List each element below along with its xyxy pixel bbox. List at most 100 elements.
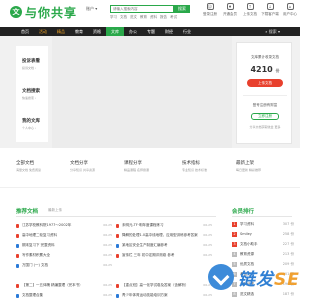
category-title: 课程分享 bbox=[124, 161, 142, 166]
top-link-vip[interactable]: ♦ 开通会员 bbox=[220, 3, 240, 17]
doc-type-icon bbox=[16, 284, 19, 288]
login-card-note[interactable]: 分享文档获取收益 更多 bbox=[237, 125, 293, 129]
category-item[interactable]: 文档分享 分享知识 共享资源 bbox=[70, 160, 110, 172]
hot-word-link[interactable]: 资料 bbox=[150, 15, 157, 19]
side-menu-title: 我的文库 bbox=[22, 119, 40, 124]
side-menu-item[interactable]: 文档搜索 快速搜索 › bbox=[22, 88, 40, 100]
rank-number: 4 bbox=[232, 252, 237, 257]
banner-area[interactable] bbox=[52, 36, 232, 148]
top-link-user[interactable]: ☺ 登录注册 bbox=[200, 3, 220, 17]
hot-word-link[interactable]: 文档 bbox=[120, 15, 127, 19]
hero-section: 投诉表看 投诉文档 › 文档搜索 快速搜索 › 我的文库 个人中心 › 文库累计收录文档 … bbox=[0, 36, 300, 148]
ranking-row[interactable]: 3 文档小助手 227 份 bbox=[232, 241, 294, 251]
doc-row[interactable]: 高中地理二轮复习资料 06-25 bbox=[16, 232, 116, 242]
ranking-row[interactable]: 1 学习资料 307 份 bbox=[232, 221, 294, 231]
doc-date: 06-25 bbox=[103, 233, 112, 237]
rank-number: 5 bbox=[232, 262, 237, 267]
doc-count: 4210 份 bbox=[237, 65, 293, 74]
doc-count-number: 4210 bbox=[250, 65, 273, 74]
site-logo[interactable]: 文 与你共享 bbox=[8, 3, 80, 21]
category-item[interactable]: 课程分享 精品课程 名师授课 bbox=[124, 160, 164, 172]
doc-row[interactable]: 【第二】一五体魄 精编整理（完本书） 06-25 bbox=[16, 282, 116, 292]
hot-word-link[interactable]: 报告 bbox=[160, 15, 167, 19]
doc-row[interactable]: 青少年体育运动技能培训方案 06-25 bbox=[116, 292, 216, 300]
doc-date: 06-25 bbox=[203, 293, 212, 297]
nav-item[interactable]: 财经 bbox=[160, 27, 178, 36]
side-menu-title: 文档搜索 bbox=[22, 89, 40, 94]
register-button[interactable]: 立即注册 bbox=[251, 113, 279, 120]
doc-row[interactable]: 【重点班】高一化学试卷及答案（含解析） 06-25 bbox=[116, 282, 216, 292]
doc-row[interactable]: 某地区安全生产制度汇编参考 06-25 bbox=[116, 242, 216, 252]
nav-item[interactable]: 专题 bbox=[142, 27, 160, 36]
top-link-label: 登录注册 bbox=[203, 12, 217, 16]
recommended-subtitle[interactable]: 最新上传 bbox=[48, 208, 62, 213]
doc-title: 江苏学校教科院1977～2002年 bbox=[22, 223, 72, 227]
top-link-label: 开通会员 bbox=[223, 12, 237, 16]
ranking-row[interactable]: 8 范文精选 187 份 bbox=[232, 291, 294, 300]
search-type-select[interactable]: 账户 ▾ bbox=[86, 6, 97, 12]
doc-count-title: 文库累计收录文档 bbox=[251, 55, 279, 59]
rank-number: 2 bbox=[232, 232, 237, 237]
doc-type-icon bbox=[116, 284, 119, 288]
side-menu: 投诉表看 投诉文档 › 文档搜索 快速搜索 › 我的文库 个人中心 › bbox=[16, 46, 48, 142]
vip-icon: ♦ bbox=[226, 3, 234, 10]
top-link-upload[interactable]: ↑ 上传文档 bbox=[240, 3, 260, 17]
search-input[interactable] bbox=[110, 5, 174, 13]
recommended-title: 推荐文档 bbox=[16, 209, 39, 215]
hot-word-link[interactable]: 学习 bbox=[110, 15, 117, 19]
category-strip: 全部文档 海量文档 免费阅读 文档分享 分享知识 共享资源 课程分享 精品课程 名师授课 技… bbox=[0, 148, 300, 188]
doc-row[interactable]: 万国门 (一) 文档 06-25 bbox=[16, 262, 116, 272]
doc-row[interactable]: 江苏学校教科院1977～2002年 06-25 bbox=[16, 222, 116, 232]
nav-search-link[interactable]: ⌕ 搜索 ▾ bbox=[265, 27, 280, 36]
doc-date: 06-25 bbox=[103, 243, 112, 247]
ranking-row[interactable]: 2 Smiley 258 份 bbox=[232, 231, 294, 241]
nav-item[interactable]: 教育 bbox=[70, 27, 88, 36]
category-title: 全部文档 bbox=[16, 161, 34, 166]
doc-row[interactable]: 降解的处理1.0高中线地理，应用型训练参考答案 06-25 bbox=[116, 232, 216, 242]
hot-word-link[interactable]: 教育 bbox=[140, 15, 147, 19]
nav-item[interactable]: 资格 bbox=[88, 27, 106, 36]
nav-item[interactable]: 精品 bbox=[52, 27, 70, 36]
nav-item[interactable]: 行业 bbox=[178, 27, 196, 36]
doc-type-icon bbox=[116, 224, 119, 228]
category-item[interactable]: 最新上架 每日更新 精彩推荐 bbox=[236, 160, 276, 172]
category-item[interactable]: 全部文档 海量文档 免费阅读 bbox=[16, 160, 56, 172]
category-sub: 每日更新 精彩推荐 bbox=[236, 168, 261, 172]
nav-item[interactable]: 文库 bbox=[106, 27, 124, 36]
side-menu-item[interactable]: 我的文库 个人中心 › bbox=[22, 118, 40, 130]
nav-item[interactable]: 办公 bbox=[124, 27, 142, 36]
category-item[interactable]: 技术指标 专业知识 技术标准 bbox=[182, 160, 222, 172]
doc-title: 文档整理合集 bbox=[22, 293, 43, 297]
category-title: 文档分享 bbox=[70, 161, 88, 166]
doc-date: 06-25 bbox=[203, 243, 212, 247]
member-name: 范文精选 bbox=[240, 292, 254, 296]
ranking-row[interactable]: 4 教育资源 213 份 bbox=[232, 251, 294, 261]
category-title: 技术指标 bbox=[182, 161, 200, 166]
nav-item[interactable]: 活动 bbox=[34, 27, 52, 36]
top-link-home[interactable]: ⌂ 用户中心 bbox=[280, 3, 300, 17]
nav-items: 首页 活动 精品 教育 资格 文库 办公 专题 财经 行业 bbox=[16, 27, 196, 36]
header: 文 与你共享 账户 ▾ 搜索 学习文档范文教育资料报告考试 ☺ 登录注册 ♦ 开通会员… bbox=[0, 0, 300, 25]
upload-doc-button[interactable]: 上传文档 bbox=[247, 79, 283, 87]
search-button[interactable]: 搜索 bbox=[174, 5, 190, 13]
doc-title: 某地区安全生产制度汇编参考 bbox=[122, 243, 168, 247]
doc-title: 写作素材积累大全 bbox=[22, 253, 50, 257]
member-doc-count: 187 份 bbox=[282, 292, 294, 296]
doc-type-icon bbox=[116, 254, 119, 258]
doc-row[interactable]: 未明元-TF·明年度课程练习 06-25 bbox=[116, 222, 216, 232]
member-name: 教育资源 bbox=[240, 252, 254, 256]
doc-list-right: 未明元-TF·明年度课程练习 06-25 降解的处理1.0高中线地理，应用型训练参考… bbox=[116, 222, 216, 300]
member-name: 学习资料 bbox=[240, 222, 254, 226]
top-link-download[interactable]: ↓ 下载客户端 bbox=[260, 3, 280, 17]
doc-row[interactable]: 宣传栏 三年 初中定期评测卷 参考 06-25 bbox=[116, 252, 216, 262]
top-link-label: 用户中心 bbox=[283, 12, 297, 16]
doc-row[interactable]: 文档整理合集 06-25 bbox=[16, 292, 116, 300]
logo-text: 与你共享 bbox=[25, 6, 78, 20]
doc-row[interactable]: 期末复习下 完整资料 06-25 bbox=[16, 242, 116, 252]
hot-word-link[interactable]: 考试 bbox=[170, 15, 177, 19]
side-menu-item[interactable]: 投诉表看 投诉文档 › bbox=[22, 58, 40, 70]
nav-item[interactable]: 首页 bbox=[16, 27, 34, 36]
doc-row[interactable]: 写作素材积累大全 06-25 bbox=[16, 252, 116, 262]
ranking-title: 会员排行 bbox=[232, 209, 255, 215]
hot-word-link[interactable]: 范文 bbox=[130, 15, 137, 19]
